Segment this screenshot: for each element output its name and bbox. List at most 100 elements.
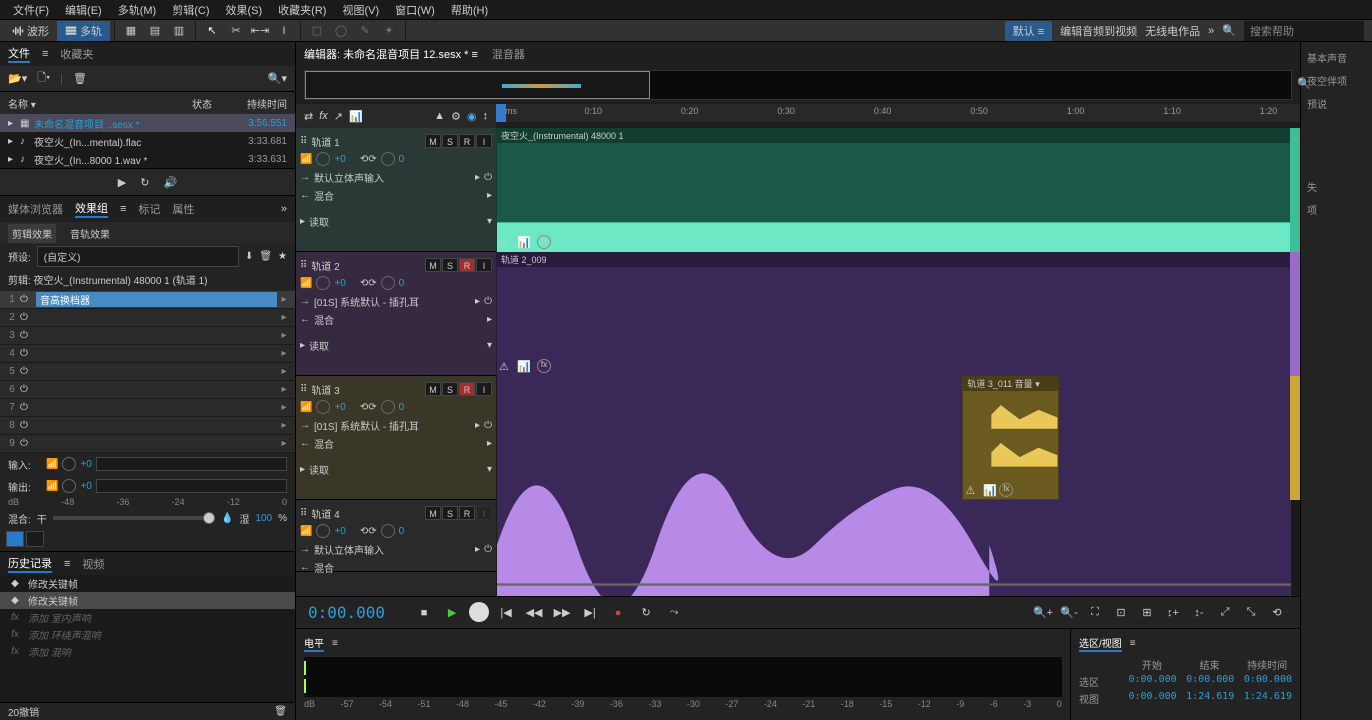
tab-markers[interactable]: 标记 (138, 201, 160, 217)
hud-toggle-3[interactable]: ▥ (168, 21, 190, 41)
rack-slot[interactable]: 1⏻ 音高换档器▸ (0, 291, 295, 309)
arm-btn[interactable]: R (459, 506, 475, 520)
zoom-all-icon[interactable]: ⊞ (1136, 602, 1158, 624)
sel-dur[interactable]: 0:00.000 (1242, 674, 1292, 689)
time-select-tool[interactable]: I (273, 21, 295, 41)
monitor-btn[interactable]: I (476, 258, 492, 272)
razor-tool[interactable]: ✂ (225, 21, 247, 41)
zoom-sel-icon[interactable]: ⊡ (1110, 602, 1132, 624)
pan-knob[interactable] (381, 400, 395, 414)
rack-slot[interactable]: 4⏻▸ (0, 345, 295, 363)
audio-clip[interactable]: 轨道 3_011 音量 ▾ ⚠ 📊 fx (962, 376, 1058, 500)
track-input[interactable]: [01S] 系统默认 - 插孔耳 (314, 418, 471, 433)
mix-slider[interactable] (53, 516, 215, 520)
tab-effects-menu[interactable]: ≡ (120, 203, 126, 215)
sel-start[interactable]: 0:00.000 (1127, 674, 1177, 689)
col-status[interactable]: 状态 (177, 96, 227, 111)
volume-knob[interactable] (316, 400, 330, 414)
zoom-in-v-icon[interactable]: ↕+ (1162, 602, 1184, 624)
solo-btn[interactable]: S (442, 134, 458, 148)
zoom-in-icon[interactable]: 🔍+ (1032, 602, 1054, 624)
rewind-btn[interactable]: ◀◀ (523, 602, 545, 624)
solo-btn[interactable]: S (442, 258, 458, 272)
tab-video[interactable]: 视频 (82, 556, 104, 572)
history-item[interactable]: ◆修改关键帧 (0, 592, 295, 609)
power-icon[interactable]: ⏻ (20, 294, 36, 305)
track-input[interactable]: [01S] 系统默认 - 插孔耳 (314, 294, 471, 309)
arm-btn[interactable]: R (459, 258, 475, 272)
file-row[interactable]: ▸▦ 未命名混音项目 ..sesx *3:56.551 (0, 114, 295, 132)
tab-files[interactable]: 文件 (8, 45, 30, 63)
brush-tool[interactable]: ✎ (354, 21, 376, 41)
zoom-navigator-icon[interactable]: 🔍 (1297, 77, 1311, 90)
volume-knob[interactable] (316, 152, 330, 166)
track-content[interactable]: 夜空火_(Instrumental) 48000 1 ⚠ 📊 fx 轨道 2_0… (496, 128, 1300, 596)
zoom-out-icon[interactable]: 🔍- (1058, 602, 1080, 624)
rack-slot[interactable]: 3⏻▸ (0, 327, 295, 345)
lasso-tool[interactable]: ◯ (330, 21, 352, 41)
track-name[interactable]: 轨道 3 (311, 382, 421, 397)
preset-save-icon[interactable]: ⬇ (245, 251, 253, 262)
tab-selection-view[interactable]: 选区/视图 (1079, 635, 1122, 652)
hud-toggle-1[interactable]: ▦ (120, 21, 142, 41)
loop-btn[interactable]: ↻ (635, 602, 657, 624)
rack-view-2[interactable] (26, 531, 44, 547)
output-knob[interactable] (62, 479, 76, 493)
forward-btn[interactable]: ▶▶ (551, 602, 573, 624)
clip-fx-badge[interactable]: fx (537, 235, 551, 249)
view-multitrack[interactable]: 多轨 (57, 21, 110, 41)
track-read[interactable]: 读取 (309, 214, 483, 229)
mixer-tab[interactable]: 混音器 (492, 46, 525, 62)
file-delete-icon[interactable]: 🗑 (73, 72, 87, 85)
menu-file[interactable]: 文件(F) (5, 2, 57, 18)
play-btn[interactable]: ▶ (441, 602, 463, 624)
subtab-track-effects[interactable]: 音轨效果 (66, 224, 114, 243)
clip-fx-icon[interactable]: 📊 (517, 236, 531, 249)
tab-media-browser[interactable]: 媒体浏览器 (8, 201, 63, 217)
menu-help[interactable]: 帮助(H) (443, 2, 496, 18)
tab-levels[interactable]: 电平 (304, 635, 324, 652)
tab-history[interactable]: 历史记录 (8, 555, 52, 573)
col-duration[interactable]: 持续时间 (227, 96, 287, 111)
col-name[interactable]: 名称 ▾ (8, 96, 177, 111)
move-tool[interactable]: ↖ (201, 21, 223, 41)
file-filter-icon[interactable]: 🔍▾ (268, 72, 287, 85)
view-end[interactable]: 1:24.619 (1185, 691, 1235, 706)
zoom-out-v-icon[interactable]: ↕- (1188, 602, 1210, 624)
track-name[interactable]: 轨道 2 (311, 258, 421, 273)
menu-window[interactable]: 窗口(W) (387, 2, 443, 18)
workspace-link-1[interactable]: 编辑音频到视频 (1060, 23, 1137, 39)
skip-btn[interactable]: ⤳ (663, 602, 685, 624)
rack-slot[interactable]: 6⏻▸ (0, 381, 295, 399)
clip-fx-badge[interactable]: fx (537, 359, 551, 373)
solo-btn[interactable]: S (442, 382, 458, 396)
input-knob[interactable] (62, 457, 76, 471)
rack-slot[interactable]: 5⏻▸ (0, 363, 295, 381)
menu-edit[interactable]: 编辑(E) (57, 2, 110, 18)
right-section-4[interactable]: 项 (1305, 198, 1368, 221)
send-icon[interactable]: ↗ (334, 110, 343, 123)
history-item[interactable]: fx添加 室内声响 (0, 609, 295, 626)
pan-knob[interactable] (381, 276, 395, 290)
preset-delete-icon[interactable]: 🗑 (259, 251, 272, 262)
monitor-btn[interactable]: I (476, 134, 492, 148)
clip-fx-icon[interactable]: 📊 (983, 484, 997, 497)
stop-btn[interactable]: ■ (413, 602, 435, 624)
output-value[interactable]: +0 (80, 481, 91, 492)
sel-end[interactable]: 0:00.000 (1185, 674, 1235, 689)
rack-slot[interactable]: 9⏻▸ (0, 435, 295, 453)
track-tool-4[interactable]: ↕ (483, 110, 489, 122)
track-tool-1[interactable]: ▲ (434, 110, 445, 122)
input-value[interactable]: +0 (80, 459, 91, 470)
zoom-out-point-icon[interactable]: ⤡ (1240, 602, 1262, 624)
search-help[interactable]: 搜索帮助 (1244, 21, 1364, 41)
timecode-display[interactable]: 0:00.000 (308, 603, 385, 622)
track-output[interactable]: 混合 (314, 436, 483, 451)
eq-icon[interactable]: 📊 (349, 110, 363, 123)
monitor-btn[interactable]: I (476, 506, 492, 520)
menu-view[interactable]: 视图(V) (334, 2, 387, 18)
history-item[interactable]: fx添加 混响 (0, 643, 295, 660)
workspace-dropdown[interactable]: 默认 ≡ (1005, 21, 1052, 41)
view-waveform[interactable]: 波形 (4, 21, 57, 41)
audio-clip[interactable]: 轨道 2_009 ⚠ 📊 fx (496, 252, 1292, 376)
